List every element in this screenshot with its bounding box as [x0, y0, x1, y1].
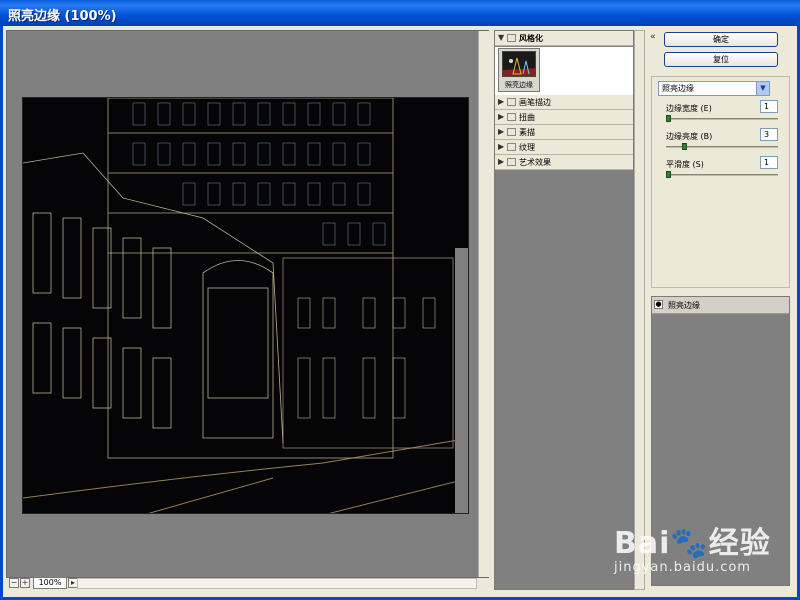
folder-brush-strokes[interactable]: ▶ 画笔描边 [495, 95, 633, 110]
reset-button[interactable]: 复位 [664, 52, 778, 67]
filter-settings: 照亮边缘 ▼ 边缘宽度 (E) 1 边缘亮度 (B) 3 平滑度 (S) 1 [651, 76, 790, 288]
glowing-edges-building-image [23, 98, 468, 513]
folder-icon [507, 98, 516, 106]
folder-artistic[interactable]: ▶ 艺术效果 [495, 155, 633, 170]
preview-horizontal-scrollbar[interactable] [77, 578, 477, 589]
watermark-url: jingyan.baidu.com [614, 560, 751, 575]
smoothness-slider-thumb[interactable] [666, 171, 671, 178]
chevron-right-icon: ▸ [70, 578, 75, 587]
folder-icon [507, 34, 516, 42]
chevron-right-icon: ▶ [498, 127, 505, 136]
folder-stylize[interactable]: ▼ 风格化 [495, 31, 633, 46]
zoom-in-button[interactable]: + [20, 578, 30, 588]
smoothness-label: 平滑度 (S) [666, 160, 704, 169]
chevron-down-icon[interactable]: ▼ [756, 82, 769, 95]
preview-area[interactable]: − + 100% ▸ [6, 30, 489, 589]
thumbnail-image [502, 51, 536, 77]
thumbnail-label: 照亮边缘 [505, 81, 533, 89]
folder-label: 画笔描边 [519, 98, 551, 107]
collapse-chevron-icon[interactable]: « [650, 32, 656, 42]
folder-icon [507, 158, 516, 166]
smoothness-slider[interactable] [666, 171, 778, 178]
filter-gallery: ▼ 风格化 照亮边缘 ▶ 画笔描边 ▶ 扭曲 ▶ 素描 ▶ 纹理 ▶ 艺术效果 [494, 30, 634, 590]
ok-button[interactable]: 确定 [664, 32, 778, 47]
plus-icon: + [21, 578, 29, 587]
edge-width-slider-thumb[interactable] [666, 115, 671, 122]
chevron-right-icon: ▶ [498, 157, 505, 166]
watermark-logo: Bai🐾经验 [614, 526, 771, 561]
chevron-right-icon: ▶ [498, 97, 505, 106]
effect-layer-label: 照亮边缘 [668, 301, 700, 310]
folder-sketch[interactable]: ▶ 素描 [495, 125, 633, 140]
edge-brightness-input[interactable]: 3 [760, 128, 778, 141]
settings-panel: « 确定 复位 照亮边缘 ▼ 边缘宽度 (E) 1 边缘亮度 (B) 3 平滑度… [650, 30, 792, 590]
folder-icon [507, 128, 516, 136]
chevron-right-icon: ▶ [498, 112, 505, 121]
folder-label: 风格化 [519, 34, 543, 43]
folder-label: 纹理 [519, 143, 535, 152]
stylize-thumbnails: 照亮边缘 [495, 47, 633, 95]
preview-image[interactable] [22, 97, 469, 514]
preview-bottom-bar: − + 100% ▸ [7, 577, 489, 591]
edge-width-slider[interactable] [666, 115, 778, 122]
filter-select-value: 照亮边缘 [662, 84, 694, 93]
folder-icon [507, 113, 516, 121]
watermark: Bai🐾经验 jingyan.baidu.com [610, 512, 790, 582]
window-title: 照亮边缘 (100%) [8, 9, 117, 24]
edge-brightness-slider[interactable] [666, 143, 778, 150]
chevron-right-icon: ▶ [498, 142, 505, 151]
folder-distort[interactable]: ▶ 扭曲 [495, 110, 633, 125]
folder-label: 艺术效果 [519, 158, 551, 167]
folder-texture[interactable]: ▶ 纹理 [495, 140, 633, 155]
zoom-out-button[interactable]: − [9, 578, 19, 588]
gallery-scrollbar[interactable] [634, 30, 645, 590]
thumbnail-glowing-edges[interactable]: 照亮边缘 [498, 48, 540, 92]
zoom-level-field[interactable]: 100% [33, 577, 67, 589]
folder-label: 素描 [519, 128, 535, 137]
title-bar: 照亮边缘 (100%) [0, 0, 800, 26]
smoothness-input[interactable]: 1 [760, 156, 778, 169]
folder-label: 扭曲 [519, 113, 535, 122]
minus-icon: − [10, 578, 18, 587]
edge-width-input[interactable]: 1 [760, 100, 778, 113]
filter-select[interactable]: 照亮边缘 ▼ [658, 81, 770, 96]
edge-brightness-slider-thumb[interactable] [682, 143, 687, 150]
preview-vertical-scrollbar[interactable] [478, 31, 489, 577]
eye-icon[interactable]: ● [654, 300, 663, 309]
effect-layer-row[interactable]: ● 照亮边缘 [652, 297, 789, 314]
folder-icon [507, 143, 516, 151]
edge-width-label: 边缘宽度 (E) [666, 104, 712, 113]
edge-brightness-label: 边缘亮度 (B) [666, 132, 713, 141]
chevron-down-icon: ▼ [498, 33, 505, 42]
